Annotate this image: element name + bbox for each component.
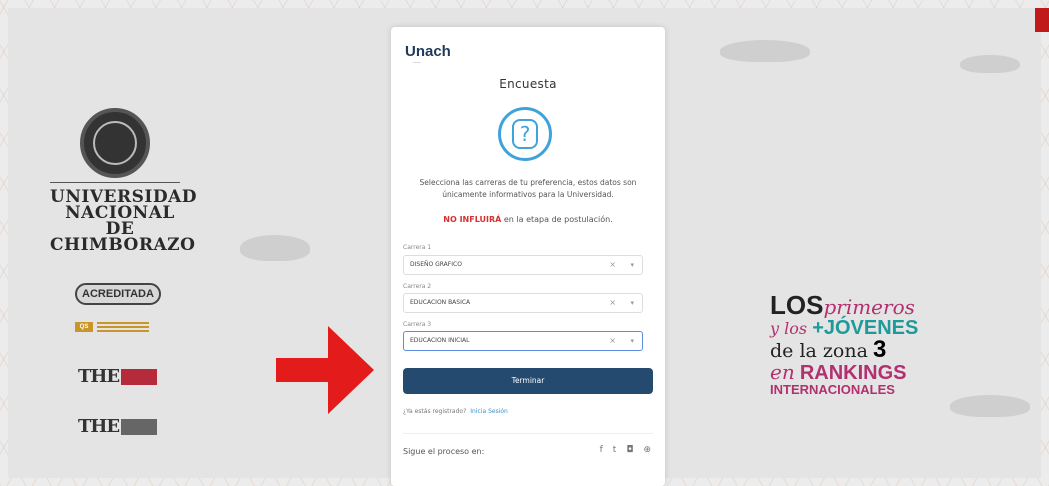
the-logo-text: THE bbox=[78, 366, 120, 387]
cloud-decoration bbox=[240, 235, 310, 261]
career-3-label: Carrera 3 bbox=[403, 321, 432, 328]
career-1-select[interactable]: DISEÑO GRAFICO × ▾ bbox=[403, 255, 643, 275]
follow-label: Sigue el proceso en: bbox=[403, 447, 485, 456]
slogan-primeros: primeros bbox=[823, 295, 915, 319]
cloud-decoration bbox=[960, 55, 1020, 73]
chevron-down-icon[interactable]: ▾ bbox=[630, 332, 634, 350]
question-icon: ? bbox=[498, 107, 552, 161]
qs-logo: QS bbox=[75, 322, 93, 332]
career-1-value: DISEÑO GRAFICO bbox=[410, 261, 462, 268]
the-badge-bar bbox=[121, 368, 158, 385]
rankings-slogan: LOSprimeros y los +JÓVENES de la zona 3 … bbox=[770, 292, 930, 396]
career-3-value: EDUCACION INICIAL bbox=[410, 337, 470, 344]
clear-icon[interactable]: × bbox=[609, 256, 616, 274]
warning-emphasis: NO INFLUIRÁ bbox=[443, 215, 502, 224]
slogan-y-los: y los bbox=[770, 319, 808, 338]
chevron-down-icon[interactable]: ▾ bbox=[630, 256, 634, 274]
web-icon[interactable]: ⊕ bbox=[643, 445, 651, 455]
card-divider bbox=[403, 433, 653, 434]
survey-warning: NO INFLUIRÁ en la etapa de postulación. bbox=[391, 215, 665, 224]
university-seal bbox=[80, 108, 150, 178]
instagram-icon[interactable]: ◘ bbox=[626, 445, 633, 455]
register-question: ¿Ya estás registrado? bbox=[403, 408, 467, 415]
university-name-line: CHIMBORAZO bbox=[50, 235, 196, 255]
the-ranking-badge: THE bbox=[78, 366, 158, 387]
survey-message: Selecciona las carreras de tu preferenci… bbox=[419, 178, 637, 199]
unach-logo: Unach bbox=[405, 43, 451, 60]
logo-tagline: —— bbox=[413, 60, 421, 65]
career-2-value: EDUCACION BASICA bbox=[410, 299, 471, 306]
survey-card: Unach —— Encuesta ? Selecciona las carre… bbox=[391, 27, 665, 486]
divider-line bbox=[50, 182, 180, 183]
survey-title: Encuesta bbox=[499, 77, 557, 91]
accreditation-badge: ACREDITADA bbox=[75, 283, 161, 305]
the-logo-text: THE bbox=[78, 416, 120, 437]
qs-text-lines bbox=[97, 322, 149, 332]
social-links: f t ◘ ⊕ bbox=[600, 445, 651, 455]
twitter-icon[interactable]: t bbox=[613, 445, 617, 455]
cloud-decoration bbox=[950, 395, 1030, 417]
career-2-select[interactable]: EDUCACION BASICA × ▾ bbox=[403, 293, 643, 313]
slogan-internacionales: INTERNACIONALES bbox=[770, 382, 895, 397]
slogan-zona-number: 3 bbox=[873, 336, 887, 363]
annotation-arrow-icon bbox=[276, 326, 374, 414]
career-3-select[interactable]: EDUCACION INICIAL × ▾ bbox=[403, 331, 643, 351]
the-badge-bar bbox=[121, 418, 158, 435]
slogan-en: en bbox=[770, 360, 795, 384]
register-prompt: ¿Ya estás registrado? Inicia Sesión bbox=[403, 408, 508, 415]
university-name-line: NACIONAL DE bbox=[65, 203, 175, 239]
cloud-decoration bbox=[720, 40, 810, 62]
the-impact-badge: THE bbox=[78, 416, 158, 437]
corner-tab bbox=[1035, 8, 1049, 32]
slogan-zona: de la zona bbox=[770, 340, 868, 362]
university-name: UNIVERSIDAD NACIONAL DE CHIMBORAZO bbox=[50, 189, 197, 255]
slogan-jovenes: +JÓVENES bbox=[812, 317, 919, 339]
career-2-label: Carrera 2 bbox=[403, 283, 432, 290]
clear-icon[interactable]: × bbox=[609, 294, 616, 312]
login-link[interactable]: Inicia Sesión bbox=[470, 408, 508, 415]
clear-icon[interactable]: × bbox=[609, 332, 616, 350]
slogan-rankings: RANKINGS bbox=[799, 362, 907, 384]
career-1-label: Carrera 1 bbox=[403, 244, 432, 251]
facebook-icon[interactable]: f bbox=[600, 445, 603, 455]
chevron-down-icon[interactable]: ▾ bbox=[630, 294, 634, 312]
slogan-los: LOS bbox=[770, 290, 824, 320]
qs-ranking-badge: QS bbox=[75, 322, 149, 332]
warning-text: en la etapa de postulación. bbox=[501, 215, 613, 224]
finish-button[interactable]: Terminar bbox=[403, 368, 653, 394]
